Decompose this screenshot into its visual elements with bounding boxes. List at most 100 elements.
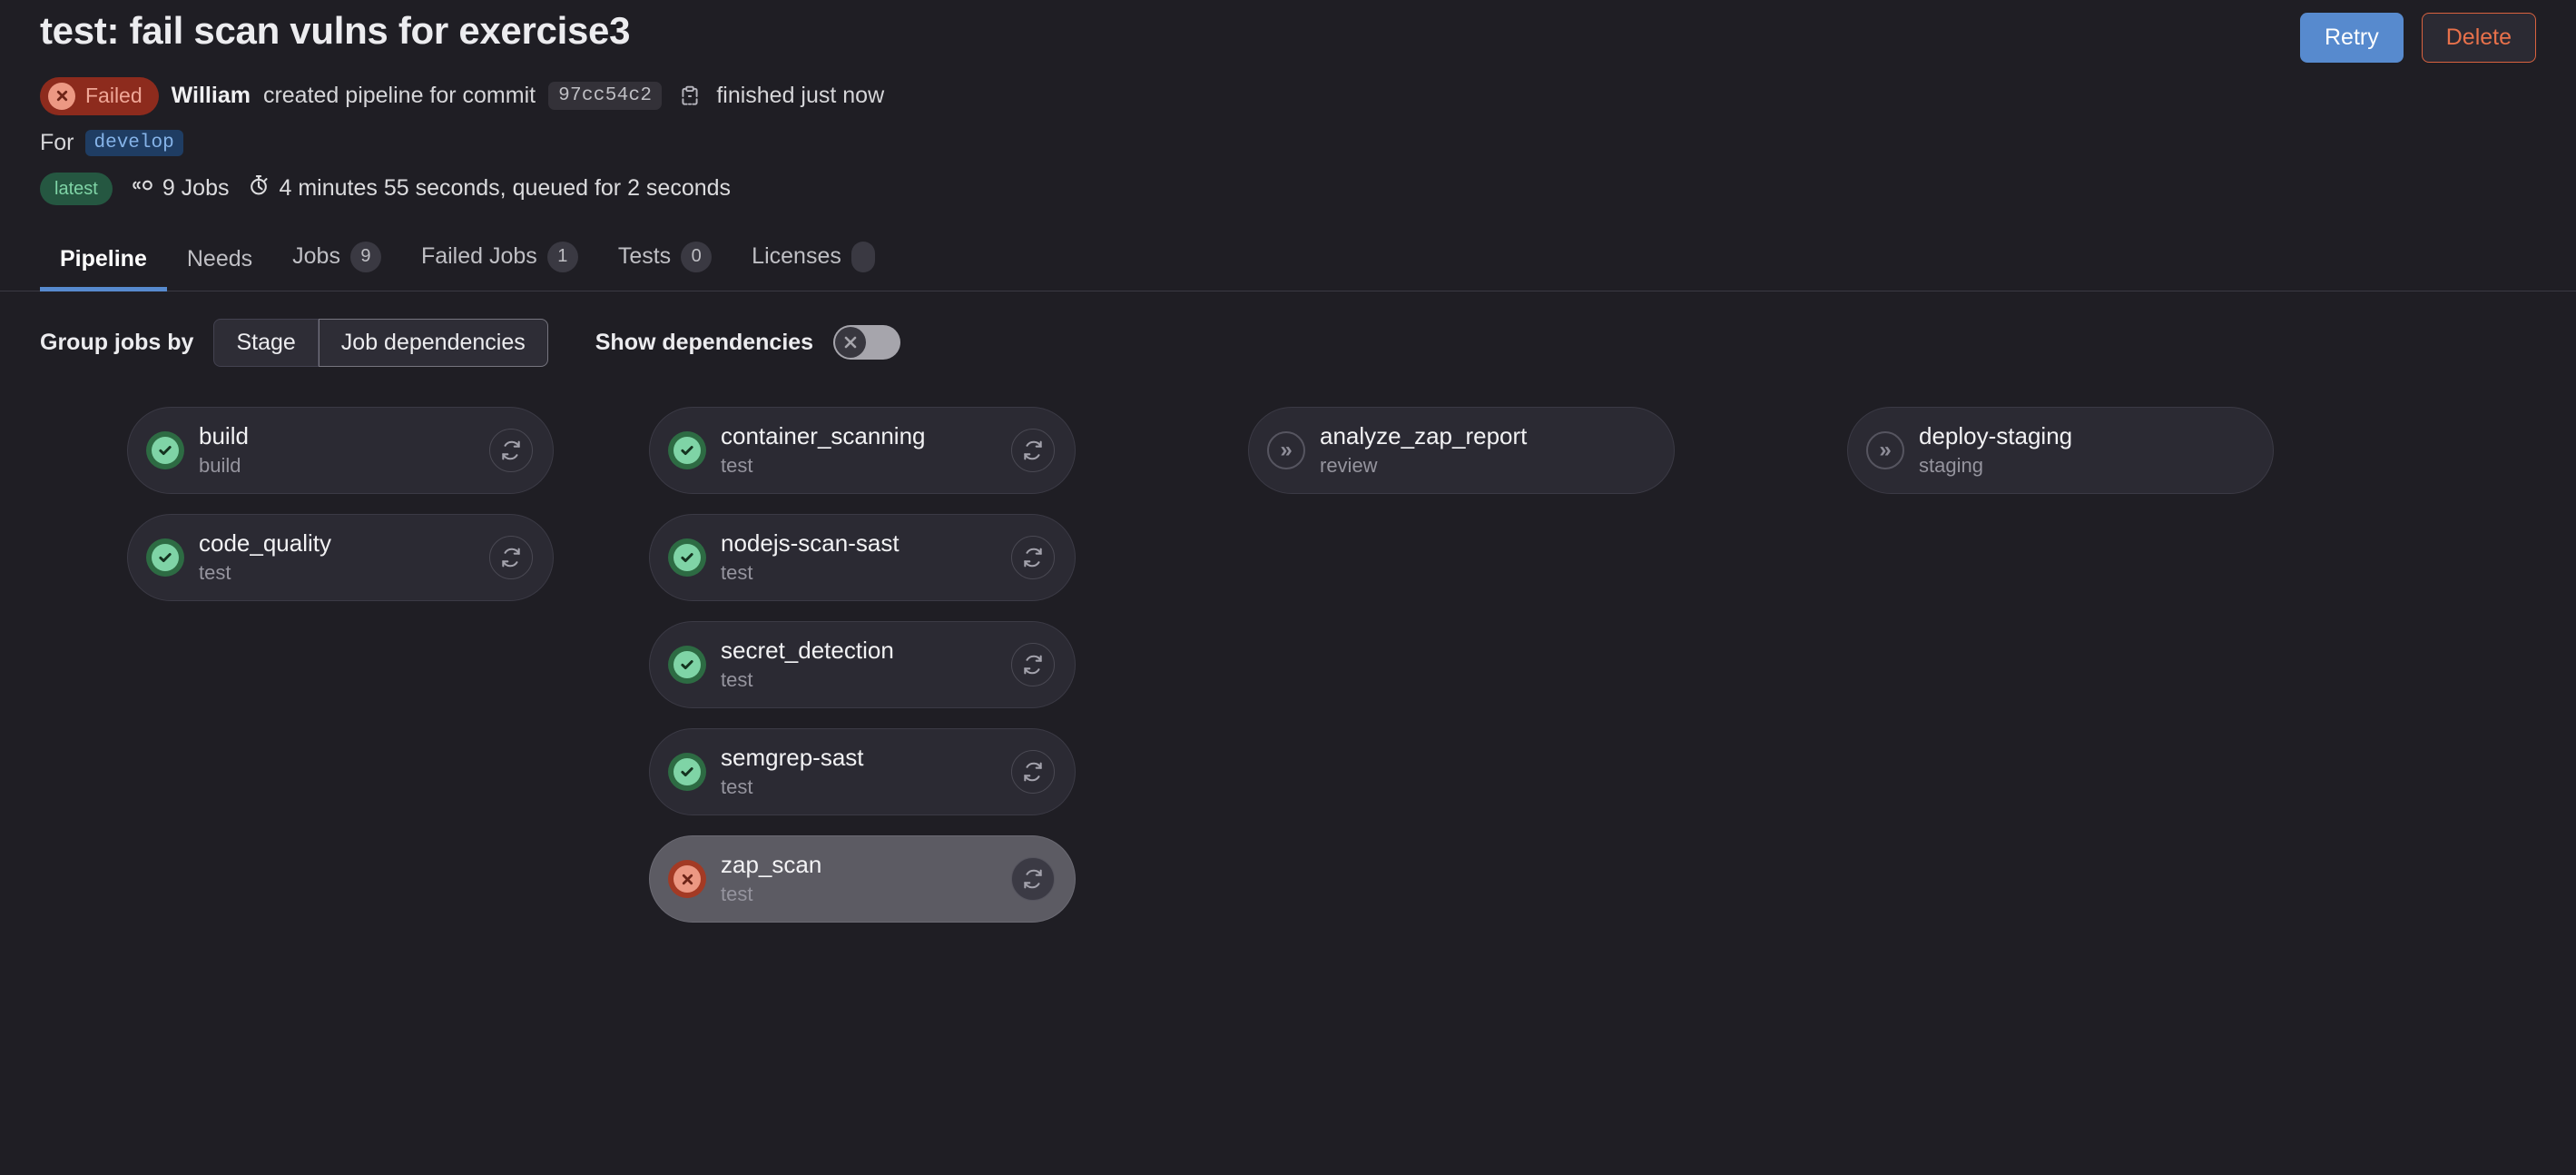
tab-jobs[interactable]: Jobs 9 <box>272 232 401 291</box>
pipeline-finished-text: finished just now <box>716 83 885 108</box>
status-badge-label: Failed <box>85 84 143 108</box>
title-row: test: fail scan vulns for exercise3 Retr… <box>40 0 2536 63</box>
pipeline-branch-row: For develop <box>40 129 2536 156</box>
job-text: zap_scan test <box>721 851 997 907</box>
success-status-icon <box>668 646 706 685</box>
duration-label: 4 minutes 55 seconds, queued for 2 secon… <box>279 175 732 201</box>
branch-badge[interactable]: develop <box>84 129 183 156</box>
tabs-list: Pipeline Needs Jobs 9 Failed Jobs 1 Test… <box>0 232 2576 291</box>
retry-job-icon[interactable] <box>489 536 533 580</box>
success-status-icon <box>146 431 184 470</box>
group-jobs-by-label: Group jobs by <box>40 329 194 355</box>
job-pill-analyze_zap_report[interactable]: » analyze_zap_reportreview <box>1248 407 1675 495</box>
tab-licenses-label: Licenses <box>752 243 841 269</box>
job-pill-deploy-staging[interactable]: » deploy-staging staging <box>1847 407 2274 495</box>
stopwatch-icon <box>247 173 270 203</box>
job-stage: test <box>199 560 231 584</box>
job-pill-nodejs-scan-sast[interactable]: nodejs-scan-sast test <box>649 514 1076 602</box>
jobs-count-group: 9 Jobs <box>131 173 230 203</box>
show-dependencies-toggle[interactable] <box>833 325 901 360</box>
job-stage: review <box>1320 453 1378 477</box>
tab-failed-jobs-badge: 1 <box>546 241 578 272</box>
graph-column-3: » analyze_zap_reportreview <box>1198 407 1797 495</box>
retry-job-icon[interactable] <box>489 429 533 473</box>
header-actions: Retry Delete <box>2300 7 2536 63</box>
pipeline-graph: build build code_quality test container_scan… <box>0 367 2576 923</box>
job-text: deploy-staging staging <box>1919 422 2195 479</box>
graph-column-4: » deploy-staging staging <box>1797 407 2396 495</box>
job-name: build <box>199 422 249 450</box>
status-badge: Failed <box>40 76 159 115</box>
job-pill-zap_scan[interactable]: zap_scan test <box>649 835 1076 923</box>
success-status-icon <box>668 431 706 470</box>
tab-tests-badge: 0 <box>681 241 713 272</box>
pipeline-created-text: created pipeline for commit <box>262 83 536 108</box>
tab-tests-label: Tests <box>617 243 672 269</box>
job-pill-container_scanning[interactable]: container_scanningtest <box>649 407 1076 495</box>
job-stage: test <box>721 775 753 798</box>
tab-failed-jobs[interactable]: Failed Jobs 1 <box>401 232 598 291</box>
jobs-count-label: 9 Jobs <box>162 175 230 201</box>
pipeline-header: test: fail scan vulns for exercise3 Retr… <box>0 0 2576 205</box>
duration-group: 4 minutes 55 seconds, queued for 2 secon… <box>247 173 731 203</box>
page-title: test: fail scan vulns for exercise3 <box>40 9 631 52</box>
job-pill-secret_detection[interactable]: secret_detection test <box>649 621 1076 709</box>
graph-column-2: container_scanning test nodejs-scan-sast te… <box>599 407 1198 923</box>
job-pill-code_quality[interactable]: code_quality test <box>127 514 554 602</box>
commit-sha[interactable]: 97cc54c2 <box>548 82 663 110</box>
failed-status-icon <box>668 860 706 899</box>
pipeline-meta-row: Failed William created pipeline for comm… <box>40 76 2536 115</box>
job-name: analyze_zap_report <box>1320 422 1528 450</box>
success-status-icon <box>668 538 706 578</box>
success-status-icon <box>146 538 184 578</box>
job-name: nodejs-scan-sast <box>721 529 900 558</box>
retry-job-icon[interactable] <box>1011 429 1055 473</box>
group-by-job-dependencies-button[interactable]: Job dependencies <box>318 318 548 368</box>
retry-job-icon[interactable] <box>1011 536 1055 580</box>
tab-jobs-badge: 9 <box>349 241 381 272</box>
job-stage: test <box>721 453 753 477</box>
tab-jobs-label: Jobs <box>292 243 340 269</box>
tab-licenses-badge <box>850 241 875 272</box>
job-text: container_scanningtest <box>721 422 997 479</box>
job-name: code_quality <box>199 529 331 558</box>
job-pill-build[interactable]: build build <box>127 407 554 495</box>
graph-column-1: build build code_quality test <box>0 407 599 602</box>
job-stage: test <box>721 667 753 691</box>
tab-pipeline[interactable]: Pipeline <box>40 237 167 291</box>
tab-needs-label: Needs <box>186 245 253 272</box>
skipped-status-icon: » <box>1267 431 1305 470</box>
retry-job-icon[interactable] <box>1011 857 1055 902</box>
success-status-icon <box>668 753 706 792</box>
copy-icon[interactable] <box>676 83 703 110</box>
delete-button[interactable]: Delete <box>2421 13 2536 63</box>
job-text: analyze_zap_reportreview <box>1320 422 1596 479</box>
tab-needs[interactable]: Needs <box>167 237 272 291</box>
latest-badge: latest <box>40 172 113 205</box>
pipeline-nodes-icon <box>131 173 154 203</box>
retry-job-icon[interactable] <box>1011 750 1055 795</box>
job-text: build build <box>199 422 475 479</box>
job-stage: test <box>721 560 753 584</box>
tab-tests[interactable]: Tests 0 <box>598 232 732 291</box>
group-jobs-by-segmented-control: Stage Job dependencies <box>213 318 548 368</box>
close-x-icon <box>835 327 867 359</box>
job-text: secret_detection test <box>721 637 997 693</box>
pipeline-author[interactable]: William <box>172 83 251 109</box>
job-name: secret_detection <box>721 637 894 665</box>
tab-failed-jobs-label: Failed Jobs <box>420 243 537 269</box>
job-stage: build <box>199 453 241 477</box>
job-name: container_scanning <box>721 422 926 450</box>
graph-controls: Group jobs by Stage Job dependencies Sho… <box>0 291 2576 368</box>
failed-icon <box>48 82 75 110</box>
tab-licenses[interactable]: Licenses <box>732 232 895 291</box>
pipeline-page: test: fail scan vulns for exercise3 Retr… <box>0 0 2576 1175</box>
retry-button[interactable]: Retry <box>2300 13 2404 63</box>
retry-job-icon[interactable] <box>1011 643 1055 687</box>
job-stage: test <box>721 882 753 905</box>
group-by-stage-button[interactable]: Stage <box>213 318 319 368</box>
show-dependencies-label: Show dependencies <box>595 329 814 355</box>
tabs-bar: Pipeline Needs Jobs 9 Failed Jobs 1 Test… <box>0 232 2576 291</box>
job-name: semgrep-sast <box>721 744 864 772</box>
job-pill-semgrep-sast[interactable]: semgrep-sast test <box>649 728 1076 816</box>
